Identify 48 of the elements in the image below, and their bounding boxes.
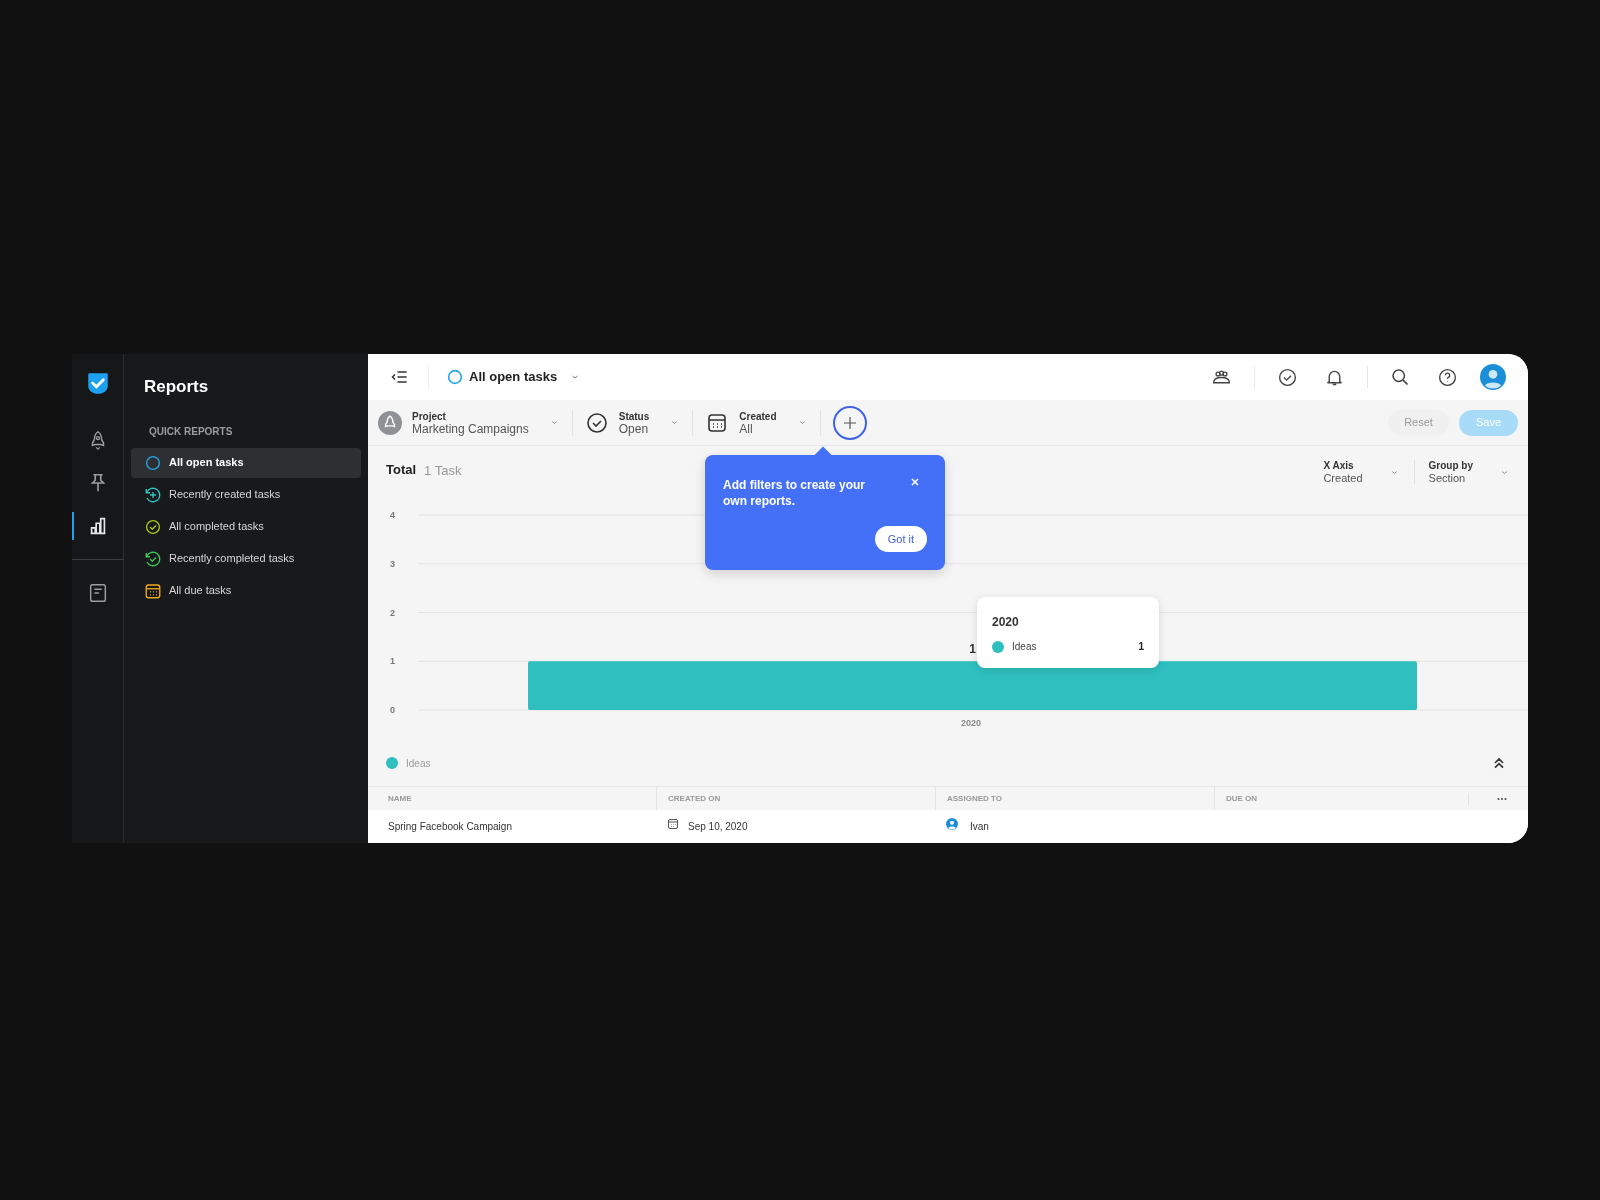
total-label: Total: [386, 461, 417, 479]
check-circle-icon: [584, 410, 609, 435]
sidebar-title: Reports: [144, 376, 210, 398]
y-tick-label: 3: [390, 558, 395, 569]
quick-report-item[interactable]: All open tasks: [131, 447, 361, 478]
avatar-icon[interactable]: [1480, 364, 1506, 390]
section-heading: QUICK REPORTS: [149, 424, 234, 439]
quick-report-item[interactable]: All completed tasks: [131, 511, 361, 542]
circle-icon: [447, 369, 463, 385]
y-tick-label: 0: [390, 705, 395, 715]
search-icon[interactable]: [1390, 366, 1411, 388]
axis-dropdown[interactable]: Group by Section: [1428, 460, 1510, 484]
calendar-icon: [667, 817, 679, 830]
tooltip-value: 1: [1138, 640, 1144, 654]
plus-circle-icon: [144, 485, 162, 504]
filter-dropdown[interactable]: Created All: [705, 410, 808, 435]
check-circle-icon: [144, 517, 162, 536]
y-tick-label: 1: [390, 656, 395, 667]
data-label: 1: [969, 642, 976, 657]
table-cell-text: Spring Facebook Campaign: [388, 820, 513, 834]
y-tick-label: 4: [390, 510, 395, 520]
report-selector[interactable]: All open tasks: [447, 367, 582, 387]
close-icon[interactable]: [909, 476, 921, 488]
legend-label: Ideas: [406, 756, 431, 771]
check-circle-icon[interactable]: [1277, 366, 1298, 388]
task-count: 1 Task: [424, 462, 462, 480]
y-tick-label: 2: [390, 607, 395, 618]
table-cell-text: Sep 10, 2020: [688, 820, 748, 834]
table-cell-text: Ivan: [970, 820, 989, 834]
avatar-icon: [946, 817, 958, 830]
rocket-icon: [378, 410, 402, 435]
axis-dropdown[interactable]: X Axis Created: [1323, 460, 1400, 484]
calendar-icon: [144, 581, 162, 600]
popover-text: Add filters to create your own reports.: [723, 477, 867, 509]
tooltip-label: Ideas: [1012, 640, 1038, 654]
help-icon[interactable]: [1437, 366, 1458, 388]
quick-report-item[interactable]: Recently created tasks: [131, 479, 361, 510]
circle-icon: [144, 453, 162, 472]
x-tick-label: 2020: [961, 718, 981, 728]
tooltip-title: 2020: [992, 614, 1020, 631]
quick-report-item[interactable]: Recently completed tasks: [131, 543, 361, 574]
filter-dropdown[interactable]: Status Open: [584, 410, 681, 435]
check-circle-icon: [144, 549, 162, 568]
add-filter-button[interactable]: [832, 405, 867, 440]
quick-report-item[interactable]: All due tasks: [131, 575, 361, 606]
got-it-button[interactable]: Got it: [874, 526, 927, 552]
filter-dropdown[interactable]: Project Marketing Campaigns: [378, 410, 560, 435]
column-header: NAME: [388, 792, 413, 805]
